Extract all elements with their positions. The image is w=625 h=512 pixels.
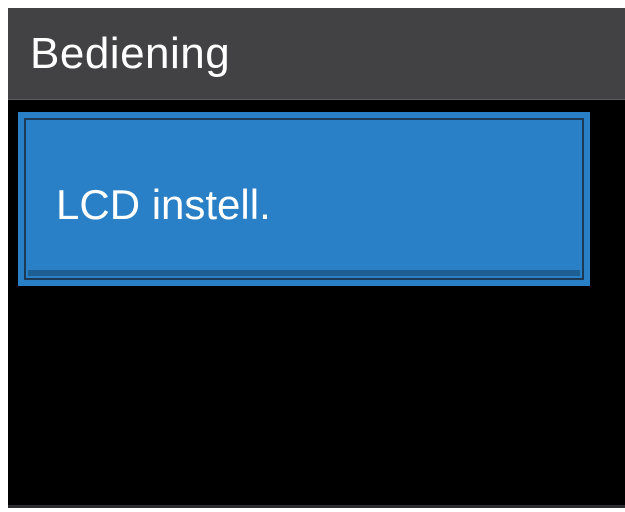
bottom-divider [8, 505, 625, 508]
page-title: Bediening [30, 29, 231, 78]
menu-item-label: LCD instell. [56, 181, 271, 228]
menu-item-lcd-settings[interactable]: LCD instell. [18, 112, 590, 286]
header-bar: Bediening [8, 8, 625, 100]
device-screen: Bediening LCD instell. [8, 8, 625, 508]
